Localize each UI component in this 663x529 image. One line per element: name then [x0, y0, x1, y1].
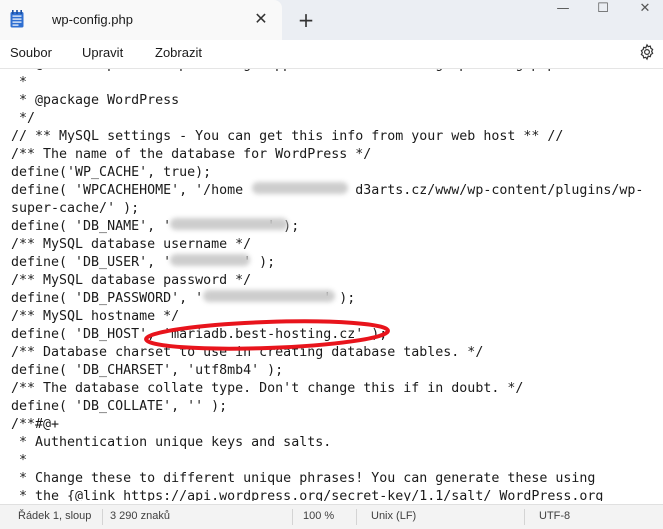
status-encoding[interactable]: UTF-8	[539, 510, 570, 522]
code-line: define( 'DB_NAME', ' ' );	[11, 219, 300, 234]
notepad-file-icon	[10, 10, 24, 28]
highlight-ellipse	[144, 319, 390, 351]
redacted-db-name	[170, 218, 288, 230]
status-divider	[356, 509, 357, 525]
status-divider	[524, 509, 525, 525]
code-line: /**#@+	[11, 417, 60, 432]
code-line: /** MySQL database password */	[11, 273, 252, 288]
redacted-path	[252, 182, 348, 194]
code-line: define( 'DB_CHARSET', 'utf8mb4' );	[11, 363, 284, 378]
code-line: /** The name of the database for WordPre…	[11, 147, 372, 162]
code-line: * @link https://wordpress.org/support/ar…	[11, 69, 643, 74]
text-editor[interactable]: * @link https://wordpress.org/support/ar…	[0, 69, 663, 501]
code-line: * @package WordPress	[11, 93, 180, 108]
code-line: define( 'DB_COLLATE', '' );	[11, 399, 228, 414]
code-line: /** The database collate type. Don't cha…	[11, 381, 524, 396]
code-line: * Authentication unique keys and salts.	[11, 435, 332, 450]
status-divider	[292, 509, 293, 525]
code-line: *	[11, 75, 28, 90]
status-bar: Řádek 1, sloup 3 290 znaků 100 % Unix (L…	[0, 504, 663, 529]
code-line: super-cache/' );	[11, 201, 140, 216]
maximize-icon[interactable]: ☐	[580, 0, 626, 32]
title-bar: wp-config.php ✕ + — ☐ ✕	[0, 0, 663, 40]
menu-view[interactable]: Zobrazit	[155, 45, 202, 60]
status-divider	[102, 509, 103, 525]
code-line: * the {@link https://api.wordpress.org/s…	[11, 489, 604, 501]
status-char-count: 3 290 znaků	[110, 510, 170, 522]
redacted-db-password	[203, 290, 335, 302]
code-line: *	[11, 453, 28, 468]
redacted-db-user	[170, 254, 250, 266]
status-zoom[interactable]: 100 %	[303, 510, 334, 522]
status-line-ending[interactable]: Unix (LF)	[371, 510, 416, 522]
code-line: define('WP_CACHE', true);	[11, 165, 212, 180]
code-line: // ** MySQL settings - You can get this …	[11, 129, 564, 144]
tab-title: wp-config.php	[52, 12, 133, 27]
tab-close-icon[interactable]: ✕	[252, 10, 270, 28]
gear-icon[interactable]	[638, 43, 656, 61]
tab-wp-config[interactable]: wp-config.php ✕	[0, 0, 282, 40]
code-line: define( 'DB_USER', ' ' );	[11, 255, 276, 270]
code-line: */	[11, 111, 36, 126]
code-line: /** MySQL database username */	[11, 237, 252, 252]
status-cursor-position: Řádek 1, sloup	[18, 510, 92, 522]
new-tab-icon[interactable]: +	[296, 10, 316, 30]
code-text: * @link https://wordpress.org/support/ar…	[11, 69, 643, 501]
close-window-icon[interactable]: ✕	[622, 0, 663, 32]
menu-file[interactable]: Soubor	[10, 45, 52, 60]
menu-bar: Soubor Upravit Zobrazit	[0, 40, 663, 69]
menu-edit[interactable]: Upravit	[82, 45, 123, 60]
code-line: * Change these to different unique phras…	[11, 471, 596, 486]
